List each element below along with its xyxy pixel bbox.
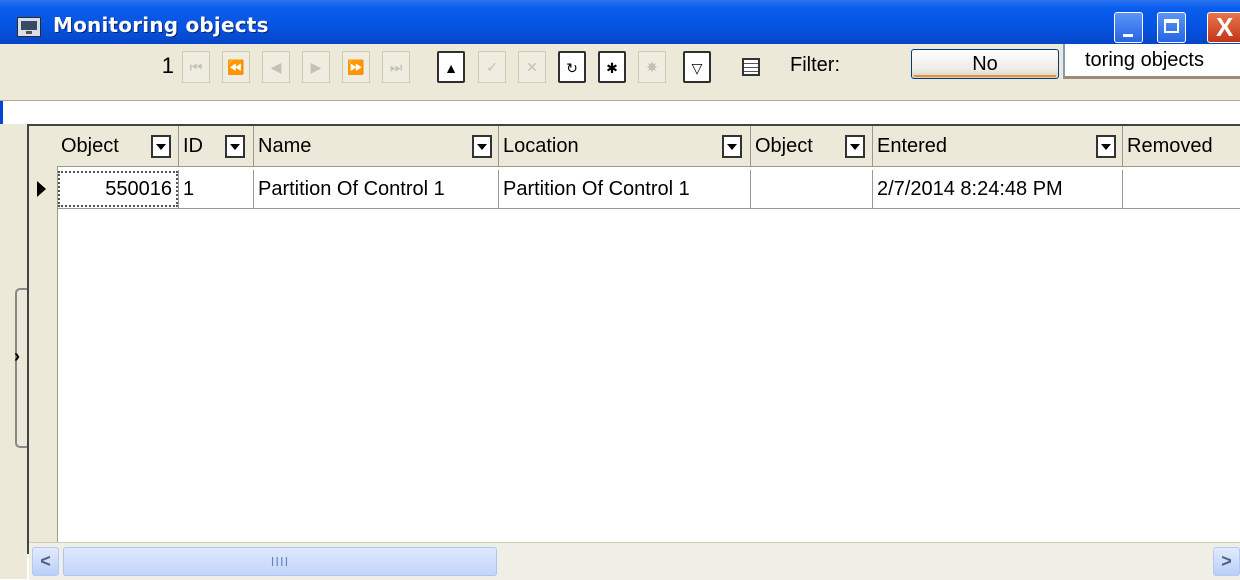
column-dropdown-icon[interactable]	[472, 135, 492, 158]
column-dropdown-icon[interactable]	[1096, 135, 1116, 158]
prior-page-icon[interactable]: ⏪	[222, 51, 250, 83]
cell-id[interactable]: 1	[179, 170, 254, 208]
filter-label: Filter:	[790, 54, 840, 76]
column-dropdown-icon[interactable]	[845, 135, 865, 158]
next-record-icon[interactable]: ▶	[302, 51, 330, 83]
column-header-name[interactable]: Name	[254, 126, 499, 166]
title-bar[interactable]: Monitoring objects X	[0, 0, 1240, 44]
minimize-button[interactable]	[1114, 12, 1143, 43]
column-header-object-code[interactable]: Object	[57, 126, 179, 166]
cell-location[interactable]: Partition Of Control 1	[499, 170, 751, 208]
cancel-x-icon[interactable]: ✕	[518, 51, 546, 83]
window-title: Monitoring objects	[53, 13, 269, 37]
first-record-icon[interactable]: ⏮	[182, 51, 210, 83]
post-check-icon[interactable]: ✓	[478, 51, 506, 83]
close-icon: X	[1216, 12, 1234, 42]
column-header-removed[interactable]: Removed	[1123, 126, 1240, 166]
grid-table-icon[interactable]	[742, 58, 760, 76]
column-header-entered[interactable]: Entered	[873, 126, 1123, 166]
move-up-icon[interactable]: ▲	[437, 51, 465, 83]
scroll-thumb[interactable]: IIII	[63, 547, 497, 576]
cell-object-type[interactable]	[751, 170, 873, 208]
cell-object-code[interactable]: 550016	[57, 170, 179, 208]
record-number: 1	[161, 53, 174, 78]
sparkle-icon[interactable]: ✸	[638, 51, 666, 83]
column-label: Name	[258, 135, 312, 157]
column-dropdown-icon[interactable]	[151, 135, 171, 158]
close-button[interactable]: X	[1207, 12, 1240, 43]
column-label: Entered	[877, 135, 948, 157]
column-label: Object	[61, 135, 119, 157]
maximize-button[interactable]	[1157, 12, 1186, 43]
column-label: ID	[183, 135, 203, 157]
column-label: Location	[503, 135, 579, 157]
filter-toggle-button[interactable]: No	[911, 49, 1059, 79]
funnel-filter-icon[interactable]: ▽	[683, 51, 711, 83]
prior-record-icon[interactable]: ◀	[262, 51, 290, 83]
column-dropdown-icon[interactable]	[225, 135, 245, 158]
current-row-indicator-icon	[37, 181, 46, 197]
refresh-icon[interactable]: ↻	[558, 51, 586, 83]
column-header-id[interactable]: ID	[179, 126, 254, 166]
column-header-location[interactable]: Location	[499, 126, 751, 166]
monitor-app-icon[interactable]	[17, 17, 41, 37]
horizontal-scrollbar[interactable]: < IIII >	[29, 542, 1240, 580]
last-record-icon[interactable]: ⏭	[382, 51, 410, 83]
insert-asterisk-icon[interactable]: ✱	[598, 51, 626, 83]
cell-removed[interactable]	[1123, 170, 1240, 208]
column-label: Removed	[1127, 135, 1213, 157]
column-dropdown-icon[interactable]	[722, 135, 742, 158]
table-row[interactable]: 550016 1 Partition Of Control 1 Partitio…	[57, 170, 1240, 209]
column-header-object-type[interactable]: Object	[751, 126, 873, 166]
grid-header: Object ID Name Location Object Entered R…	[57, 126, 1240, 167]
next-page-icon[interactable]: ⏩	[342, 51, 370, 83]
scroll-left-icon[interactable]: <	[32, 547, 59, 576]
navigator-toolbar: 1 ⏮ ⏪ ◀ ▶ ⏩ ⏭ ▲ ✓ ✕ ↻ ✱ ✸ ▽ Filter: No toring object…	[0, 44, 1240, 101]
column-label: Object	[755, 135, 813, 157]
monitoring-objects-field[interactable]: toring objects	[1063, 44, 1240, 79]
scroll-right-icon[interactable]: >	[1213, 547, 1240, 576]
cell-name[interactable]: Partition Of Control 1	[254, 170, 499, 208]
cell-entered[interactable]: 2/7/2014 8:24:48 PM	[873, 170, 1123, 208]
expand-arrow-icon[interactable]: ›	[14, 346, 20, 367]
